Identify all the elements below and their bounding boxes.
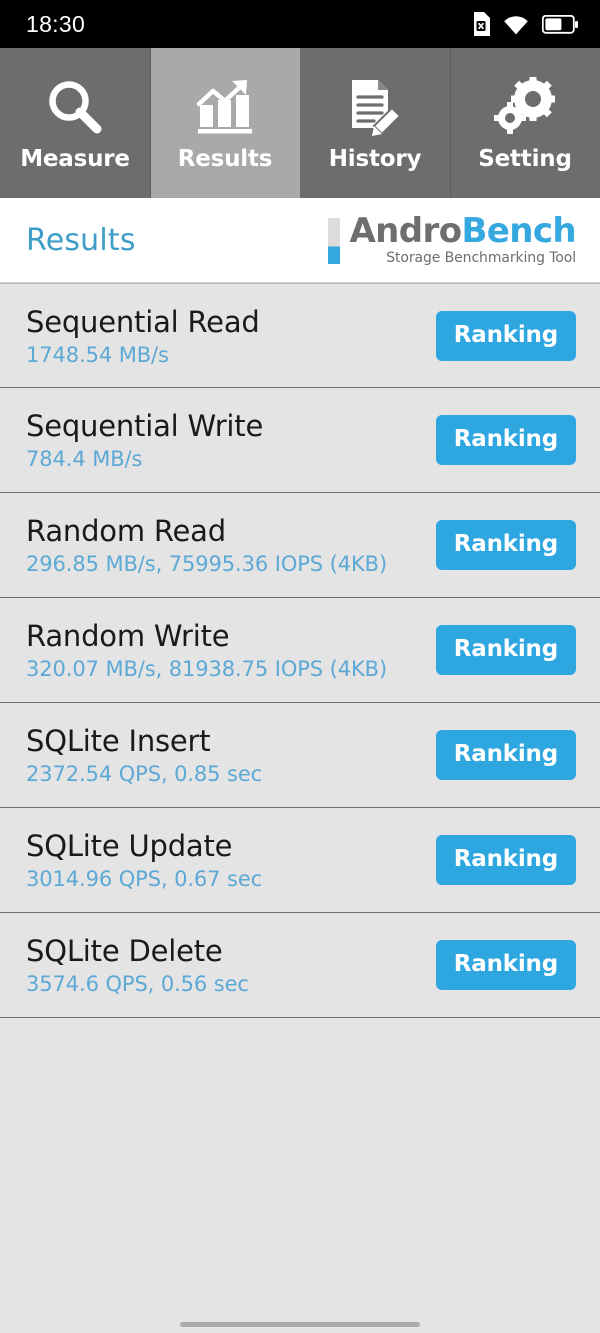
- table-row[interactable]: Random Read 296.85 MB/s, 75995.36 IOPS (…: [0, 493, 600, 598]
- ranking-button[interactable]: Ranking: [435, 625, 576, 675]
- androbench-logo: AndroBench Storage Benchmarking Tool: [328, 214, 577, 266]
- result-name: Sequential Read: [26, 304, 260, 339]
- table-row[interactable]: SQLite Delete 3574.6 QPS, 0.56 sec Ranki…: [0, 913, 600, 1018]
- results-list: Sequential Read 1748.54 MB/s Ranking Seq…: [0, 283, 600, 1018]
- row-texts: SQLite Delete 3574.6 QPS, 0.56 sec: [26, 934, 249, 996]
- page-header: Results AndroBench Storage Benchmarking …: [0, 198, 600, 283]
- ranking-button[interactable]: Ranking: [435, 940, 576, 990]
- tab-measure-label: Measure: [20, 146, 130, 172]
- result-value: 784.4 MB/s: [26, 447, 143, 471]
- result-name: Random Read: [26, 514, 226, 548]
- logo-bar-icon: [328, 218, 341, 265]
- main-tab-bar: Measure Results History Setting: [0, 48, 600, 198]
- row-texts: Sequential Read 1748.54 MB/s: [26, 305, 260, 367]
- result-value: 320.07 MB/s, 81938.75 IOPS (4KB): [26, 657, 388, 681]
- tab-history-label: History: [328, 146, 422, 172]
- result-name: SQLite Update: [26, 829, 233, 863]
- magnifier-icon: [44, 74, 106, 140]
- home-indicator[interactable]: [180, 1322, 420, 1327]
- ranking-button[interactable]: Ranking: [435, 520, 576, 570]
- logo-bench: Bench: [461, 211, 576, 252]
- ranking-button[interactable]: Ranking: [435, 835, 576, 885]
- tab-results-label: Results: [177, 146, 273, 172]
- row-texts: Random Write 320.07 MB/s, 81938.75 IOPS …: [26, 619, 387, 681]
- status-icon-group: [472, 12, 578, 36]
- wifi-icon: [503, 14, 529, 35]
- result-name: Sequential Write: [26, 409, 264, 443]
- battery-icon: [542, 14, 578, 34]
- result-name: Random Write: [26, 619, 230, 653]
- table-row[interactable]: Random Write 320.07 MB/s, 81938.75 IOPS …: [0, 598, 600, 703]
- row-texts: Sequential Write 784.4 MB/s: [26, 409, 263, 471]
- result-value: 3574.6 QPS, 0.56 sec: [26, 972, 249, 996]
- row-texts: Random Read 296.85 MB/s, 75995.36 IOPS (…: [26, 514, 387, 576]
- phone-screen: 18:30 Measure Results History Setting Re…: [0, 0, 600, 1333]
- logo-wordmark: AndroBench: [349, 214, 576, 249]
- result-value: 3014.96 QPS, 0.67 sec: [26, 867, 263, 891]
- result-name: SQLite Delete: [26, 934, 223, 968]
- table-row[interactable]: SQLite Update 3014.96 QPS, 0.67 sec Rank…: [0, 808, 600, 913]
- row-texts: SQLite Update 3014.96 QPS, 0.67 sec: [26, 829, 262, 891]
- status-clock: 18:30: [26, 10, 86, 37]
- ranking-button[interactable]: Ranking: [435, 730, 576, 780]
- logo-tagline: Storage Benchmarking Tool: [386, 249, 576, 266]
- table-row[interactable]: Sequential Write 784.4 MB/s Ranking: [0, 388, 600, 493]
- sim-card-off-icon: [472, 12, 490, 36]
- ranking-button[interactable]: Ranking: [435, 310, 576, 361]
- status-bar: 18:30: [0, 0, 600, 48]
- page-title: Results: [26, 222, 136, 258]
- table-row[interactable]: Sequential Read 1748.54 MB/s Ranking: [0, 283, 600, 388]
- tab-setting-label: Setting: [478, 146, 572, 172]
- tab-history[interactable]: History: [300, 48, 450, 198]
- ranking-button[interactable]: Ranking: [435, 415, 576, 465]
- logo-text: AndroBench Storage Benchmarking Tool: [349, 214, 576, 266]
- result-name: SQLite Insert: [26, 724, 211, 758]
- tab-results[interactable]: Results: [150, 48, 300, 198]
- tab-measure[interactable]: Measure: [0, 48, 150, 198]
- gears-icon: [493, 74, 557, 140]
- result-value: 296.85 MB/s, 75995.36 IOPS (4KB): [26, 552, 388, 576]
- result-value: 2372.54 QPS, 0.85 sec: [26, 762, 263, 786]
- document-pencil-icon: [344, 74, 406, 140]
- logo-andro: Andro: [349, 211, 462, 252]
- result-value: 1748.54 MB/s: [26, 342, 169, 367]
- tab-setting[interactable]: Setting: [450, 48, 600, 198]
- bar-chart-arrow-icon: [194, 74, 256, 140]
- table-row[interactable]: SQLite Insert 2372.54 QPS, 0.85 sec Rank…: [0, 703, 600, 808]
- row-texts: SQLite Insert 2372.54 QPS, 0.85 sec: [26, 724, 262, 786]
